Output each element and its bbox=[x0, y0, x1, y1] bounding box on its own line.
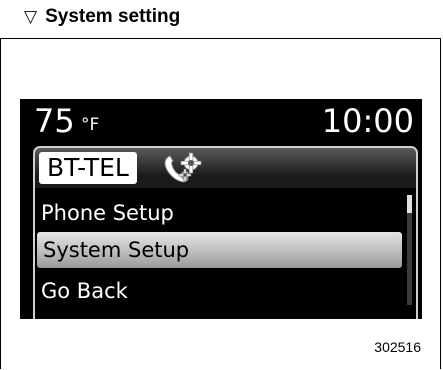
menu-list: Phone Setup System Setup Go Back bbox=[33, 188, 418, 319]
menu-item-phone-setup[interactable]: Phone Setup bbox=[35, 195, 416, 231]
scroll-thumb[interactable] bbox=[407, 195, 412, 213]
figure-code: 302516 bbox=[374, 339, 421, 355]
menu-item-system-setup[interactable]: System Setup bbox=[37, 232, 402, 268]
title-bar: BT-TEL bbox=[33, 146, 418, 188]
triangle-marker-icon: ▽ bbox=[24, 7, 38, 26]
section-heading: ▽ System setting bbox=[24, 6, 180, 28]
temperature-unit: °F bbox=[81, 115, 100, 135]
screen-title: BT-TEL bbox=[39, 152, 137, 184]
clock: 10:00 bbox=[321, 102, 414, 140]
temperature-value: 75 bbox=[34, 102, 75, 140]
scrollbar[interactable] bbox=[407, 195, 412, 305]
section-title: System setting bbox=[45, 6, 181, 27]
menu-item-go-back[interactable]: Go Back bbox=[35, 273, 416, 309]
display-screen: 75 °F 10:00 BT-TEL Phone Setup System Se… bbox=[20, 99, 422, 319]
status-bar: 75 °F 10:00 bbox=[20, 99, 422, 143]
phone-gear-icon bbox=[164, 152, 202, 183]
